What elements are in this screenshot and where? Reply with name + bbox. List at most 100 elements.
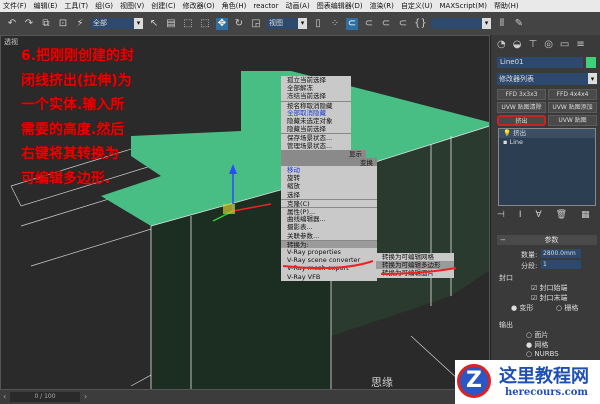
logo-en-text: herecours.com: [505, 387, 589, 398]
unlink-icon[interactable]: ⊡: [57, 18, 69, 30]
context-menu-item[interactable]: 克隆(C): [281, 198, 377, 208]
menu-item[interactable]: 图表编辑器(D): [317, 0, 363, 12]
nurbs-radio[interactable]: ○ NURBS: [526, 350, 559, 358]
percent-snap-icon[interactable]: ⊂: [380, 18, 392, 30]
uvw-add-button[interactable]: UVW 贴图添加: [548, 102, 597, 113]
context-menu-item[interactable]: V-Ray mesh export: [281, 264, 377, 273]
context-menu-item[interactable]: 按名称取消隐藏: [281, 100, 351, 110]
patch-radio[interactable]: ○ 面片: [526, 330, 548, 340]
context-menu-item[interactable]: 摄影表...: [281, 223, 377, 232]
angle-snap-icon[interactable]: ⊂: [363, 18, 375, 30]
rect-select-icon[interactable]: ⬚: [182, 18, 194, 30]
modify-tab-icon[interactable]: ◒: [513, 39, 522, 50]
perspective-viewport[interactable]: 透视 6.把刚刚创建的封 闭线挤出(拉伸)为 一个实体.输入所 需要的高度.然后 右键将…: [0, 35, 490, 390]
create-tab-icon[interactable]: ◔: [497, 39, 506, 50]
context-menu-item[interactable]: 孤立当前选择: [281, 76, 351, 85]
cap-start-checkbox[interactable]: ☑ 封口始端: [531, 283, 568, 293]
context-menu-item[interactable]: 缩放: [281, 182, 377, 191]
align-icon[interactable]: ✎: [513, 18, 525, 30]
submenu-item[interactable]: 转换为可编辑网格: [376, 253, 454, 262]
cap-end-checkbox[interactable]: ☑ 封口末端: [531, 293, 568, 303]
menu-item[interactable]: 工具(T): [64, 0, 88, 12]
viewport-label[interactable]: 透视: [4, 37, 18, 47]
morph-radio[interactable]: ● 变形: [511, 303, 533, 313]
show-end-result-icon[interactable]: Ⅰ: [519, 210, 522, 220]
watermark-text: 思缘: [371, 376, 393, 389]
context-menu-item[interactable]: 冻结当前选择: [281, 92, 351, 101]
time-slider-thumb[interactable]: 0 / 100: [10, 392, 80, 402]
select-by-name-icon[interactable]: ▤: [165, 18, 177, 30]
mesh-radio[interactable]: ● 网格: [526, 340, 548, 350]
mirror-icon[interactable]: ⫴: [496, 18, 508, 30]
pin-stack-icon[interactable]: ⊣: [497, 210, 505, 220]
uvw-map-button[interactable]: UVW 贴图: [548, 115, 597, 126]
motion-tab-icon[interactable]: ◎: [544, 39, 553, 50]
undo-icon[interactable]: ↶: [6, 18, 18, 30]
uvw-clear-button[interactable]: UVW 贴图清除: [497, 102, 546, 113]
manipulate-icon[interactable]: ⁘: [329, 18, 341, 30]
select-icon[interactable]: ↖: [148, 18, 160, 30]
rotate-icon[interactable]: ↻: [233, 18, 245, 30]
amount-input[interactable]: 2800.0mm: [541, 249, 581, 258]
context-menu-item[interactable]: 选择: [281, 190, 377, 199]
object-name-field[interactable]: Line01: [497, 57, 583, 68]
context-menu-item[interactable]: 保存场景状态...: [281, 133, 351, 142]
params-rollout-header[interactable]: − 参数: [497, 235, 597, 245]
next-frame-icon[interactable]: ›: [84, 392, 87, 401]
scale-icon[interactable]: ◲: [250, 18, 262, 30]
context-menu-item[interactable]: 转换为:: [281, 239, 377, 249]
menu-item[interactable]: 创建(C): [151, 0, 175, 12]
menu-item[interactable]: MAXScript(M): [440, 0, 487, 12]
modifier-list-dropdown[interactable]: 修改器列表: [497, 73, 597, 85]
bind-space-warp-icon[interactable]: ⚡: [74, 18, 86, 30]
context-menu-item[interactable]: 管理场景状态...: [281, 141, 351, 150]
display-tab-icon[interactable]: ▭: [560, 39, 569, 50]
selection-filter-dropdown[interactable]: 全部: [91, 18, 143, 29]
context-menu-item[interactable]: 全部取消隐藏: [281, 108, 351, 117]
menu-item[interactable]: reactor: [253, 0, 278, 12]
hierarchy-tab-icon[interactable]: ⊤: [528, 39, 537, 50]
pivot-icon[interactable]: ▯: [312, 18, 324, 30]
segments-input[interactable]: 1: [541, 260, 581, 269]
grid-radio[interactable]: ○ 栅格: [556, 303, 578, 313]
utilities-tab-icon[interactable]: ≡: [576, 39, 584, 50]
context-menu-item[interactable]: V-Ray scene converter: [281, 256, 377, 265]
menu-item[interactable]: 帮助(H): [494, 0, 519, 12]
object-color-swatch[interactable]: [586, 57, 596, 68]
menu-item[interactable]: 修改器(O): [183, 0, 215, 12]
context-menu-item[interactable]: V-Ray VFB: [281, 272, 377, 281]
menu-item[interactable]: 文件(F): [3, 0, 27, 12]
menu-item[interactable]: 编辑(E): [34, 0, 58, 12]
stack-item-extrude[interactable]: 💡 挤出: [499, 129, 595, 138]
cap-start-label: 封口始端: [539, 284, 568, 292]
edit-named-sets-icon[interactable]: {}: [414, 18, 427, 30]
spinner-snap-icon[interactable]: ⊂: [397, 18, 409, 30]
make-unique-icon[interactable]: ∀: [536, 210, 542, 220]
menu-item[interactable]: 自定义(U): [401, 0, 433, 12]
context-menu-item[interactable]: 隐藏当前选择: [281, 125, 351, 134]
stack-item-line[interactable]: ▪ Line: [499, 138, 595, 147]
ffd444-button[interactable]: FFD 4x4x4: [548, 89, 597, 100]
window-crossing-icon[interactable]: ⬚: [199, 18, 211, 30]
context-menu-item[interactable]: V-Ray properties: [281, 247, 377, 257]
configure-sets-icon[interactable]: ▦: [581, 210, 590, 220]
remove-modifier-icon[interactable]: 🗑: [556, 210, 567, 220]
context-menu-item[interactable]: 属性(P)...: [281, 207, 377, 216]
link-icon[interactable]: ⧉: [40, 18, 52, 30]
context-menu-item[interactable]: 关联参数...: [281, 231, 377, 240]
redo-icon[interactable]: ↷: [23, 18, 35, 30]
extrude-button[interactable]: 挤出: [497, 115, 546, 126]
menu-item[interactable]: 渲染(R): [370, 0, 394, 12]
menu-item[interactable]: 组(G): [95, 0, 113, 12]
menu-item[interactable]: 视图(V): [120, 0, 144, 12]
move-icon[interactable]: ✥: [216, 17, 228, 30]
named-selection-dropdown[interactable]: [431, 18, 491, 29]
menu-item[interactable]: 动画(A): [285, 0, 309, 12]
snap-icon[interactable]: ⊂: [346, 17, 358, 30]
ffd333-button[interactable]: FFD 3x3x3: [497, 89, 546, 100]
coord-system-dropdown[interactable]: 视图: [267, 18, 307, 29]
submenu-item[interactable]: 转换为可编辑面片: [376, 269, 454, 278]
prev-frame-icon[interactable]: ‹: [3, 392, 6, 401]
menu-item[interactable]: 角色(H): [222, 0, 247, 12]
context-menu-item[interactable]: 隐藏未选定对象: [281, 116, 351, 126]
